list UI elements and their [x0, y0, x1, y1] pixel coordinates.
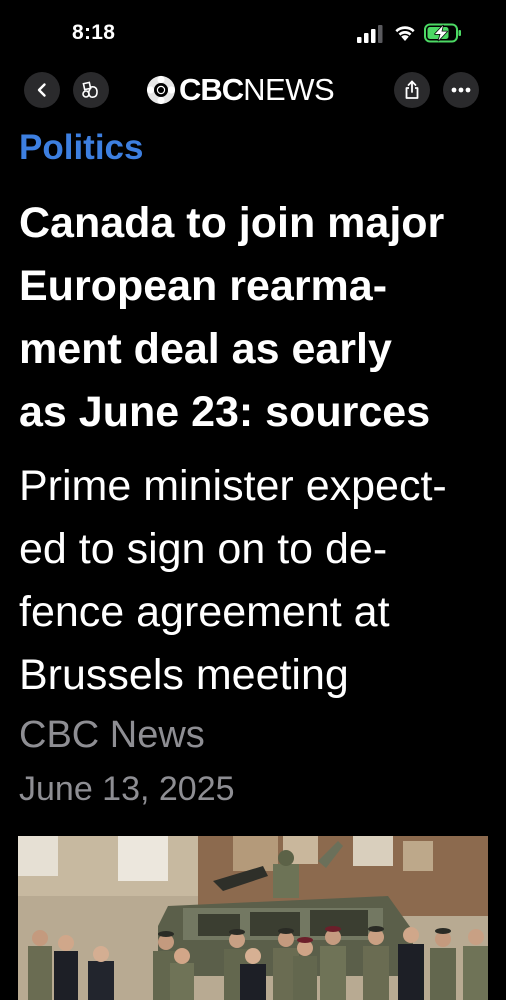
headline-line: European rearma-	[19, 262, 388, 310]
more-icon	[451, 87, 471, 93]
back-chevron-icon	[37, 83, 46, 97]
cbc-news-brand[interactable]: CBC NEWS	[146, 72, 335, 107]
signal-icon	[357, 25, 383, 43]
subhead-line: ed to sign on to de-	[19, 525, 388, 573]
headline-line: Canada to join major	[19, 199, 445, 247]
section-label[interactable]: Politics	[19, 128, 143, 168]
subhead-line: fence agreement at	[19, 588, 390, 636]
status-time: 8:18	[72, 21, 116, 44]
article-source: CBC News	[19, 714, 205, 756]
article-date: June 13, 2025	[19, 770, 235, 808]
reader-mode-button[interactable]	[73, 72, 109, 108]
article-subheadline: Prime minister expect- ed to sign on to …	[19, 455, 499, 707]
back-button[interactable]	[24, 72, 60, 108]
share-icon	[405, 80, 419, 99]
reader-mode-icon	[82, 81, 98, 98]
brand-cbc-text: CBC	[179, 72, 244, 107]
lead-photo-image	[18, 836, 488, 1000]
battery-charging-icon	[424, 23, 461, 43]
wifi-icon	[395, 26, 415, 41]
article-lead-photo[interactable]	[18, 836, 488, 1000]
nav-bar: CBC NEWS	[0, 70, 506, 110]
share-button[interactable]	[394, 72, 430, 108]
subhead-line: Prime minister expect-	[19, 462, 447, 510]
headline-line: as June 23: sources	[19, 388, 431, 436]
status-bar: 8:18	[0, 0, 506, 62]
more-button[interactable]	[443, 72, 479, 108]
brand-news-text: NEWS	[243, 72, 335, 107]
subhead-line: Brussels meeting	[19, 651, 349, 699]
cbc-gem-logo	[146, 75, 176, 105]
article-headline: Canada to join major European rearma- me…	[19, 192, 499, 444]
headline-line: ment deal as early	[19, 325, 392, 373]
